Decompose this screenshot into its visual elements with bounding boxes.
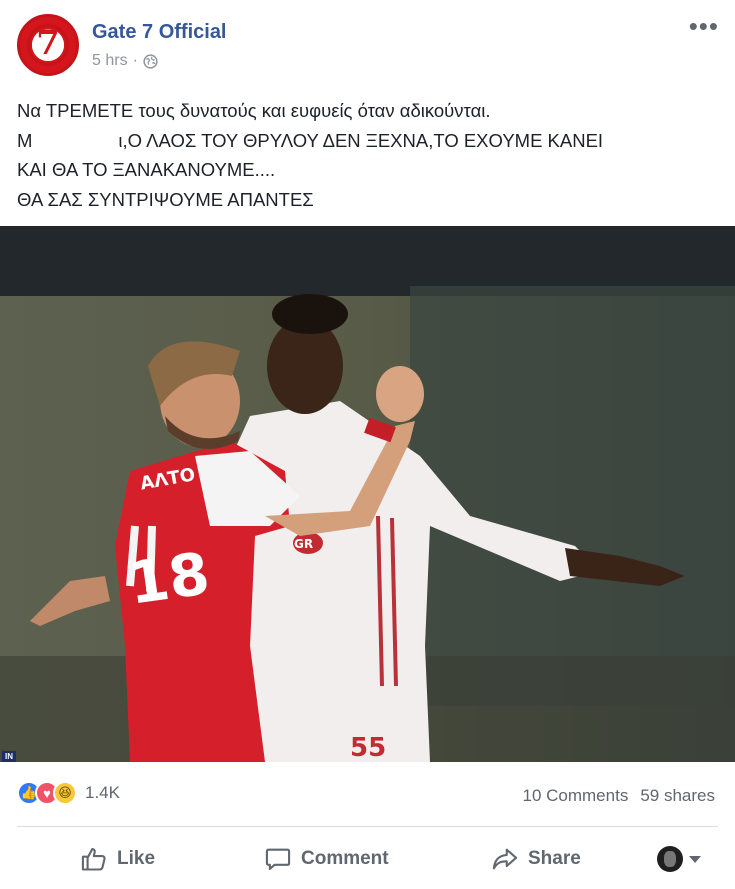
comments-count-link[interactable]: 10 Comments xyxy=(523,786,629,806)
reaction-count[interactable]: 1.4K xyxy=(85,783,120,803)
post-meta: 5 hrs · xyxy=(92,52,158,70)
page-avatar[interactable]: 7 xyxy=(17,14,79,76)
comment-label: Comment xyxy=(301,848,389,869)
post-timestamp[interactable]: 5 hrs xyxy=(92,52,128,70)
like-label: Like xyxy=(117,848,156,869)
photo-watermark: IN xyxy=(2,751,16,762)
post-text-fragment: ι,Ο ΛΑΟΣ ΤΟΥ ΘΡΥΛΟΥ ΔΕΝ ΞΕΧΝΑ,ΤΟ ΕΧΟΥΜΕ … xyxy=(118,129,604,151)
user-avatar xyxy=(657,846,683,872)
globe-icon[interactable] xyxy=(143,53,158,69)
post-text-line: ΚΑΙ ΘΑ ΤΟ ΞΑΝΑΚΑΝΟΥΜΕ.... xyxy=(17,159,276,180)
shares-count-link[interactable]: 59 shares xyxy=(640,786,715,806)
share-icon xyxy=(492,848,518,870)
reaction-identity-selector[interactable] xyxy=(657,836,701,882)
shorts-number: 55 xyxy=(350,733,386,762)
post-text-line: Μι,Ο ΛΑΟΣ ΤΟΥ ΘΡΥΛΟΥ ΔΕΝ ΞΕΧΝΑ,ΤΟ ΕΧΟΥΜΕ… xyxy=(17,126,717,156)
redacted-area xyxy=(32,132,119,151)
post-text-fragment: Μ xyxy=(17,129,33,151)
avatar-logo-text: 7 xyxy=(36,23,60,63)
divider xyxy=(17,826,718,827)
share-label: Share xyxy=(528,848,581,869)
more-options-icon[interactable]: ••• xyxy=(689,13,719,39)
thumbs-up-icon xyxy=(81,848,106,871)
reactions-summary[interactable]: 👍 ♥ 😆 1.4K xyxy=(17,781,120,805)
haha-reaction-icon: 😆 xyxy=(53,781,77,805)
page-name-link[interactable]: Gate 7 Official xyxy=(92,21,227,44)
meta-separator: · xyxy=(132,52,138,69)
post-photo[interactable]: 18 ΑΛΤΟ GR 55 IN xyxy=(0,226,735,762)
comment-icon xyxy=(265,848,291,870)
comment-button[interactable]: Comment xyxy=(264,836,389,882)
chevron-down-icon xyxy=(689,855,701,863)
post-message: Να ΤΡΕΜΕΤΕ τους δυνατούς και ευφυείς ότα… xyxy=(17,96,717,214)
like-button[interactable]: Like xyxy=(80,836,155,882)
photo-illustration: 18 ΑΛΤΟ GR 55 xyxy=(0,226,735,762)
sponsor-badge: GR xyxy=(294,537,313,551)
post-actions: Like Comment Share xyxy=(0,836,735,882)
share-button[interactable]: Share xyxy=(491,836,581,882)
post-text-line: ΘΑ ΣΑΣ ΣΥΝΤΡΙΨΟΥΜΕ ΑΠΑΝΤΕΣ xyxy=(17,188,314,210)
engagement-stats: 10 Comments 59 shares xyxy=(523,786,716,806)
post-text-line: Να ΤΡΕΜΕΤΕ τους δυνατούς και ευφυείς ότα… xyxy=(17,100,491,121)
jersey-number: 18 xyxy=(124,539,213,618)
facebook-post: 7 Gate 7 Official 5 hrs · ••• Να ΤΡΕΜΕΤΕ… xyxy=(0,0,735,889)
